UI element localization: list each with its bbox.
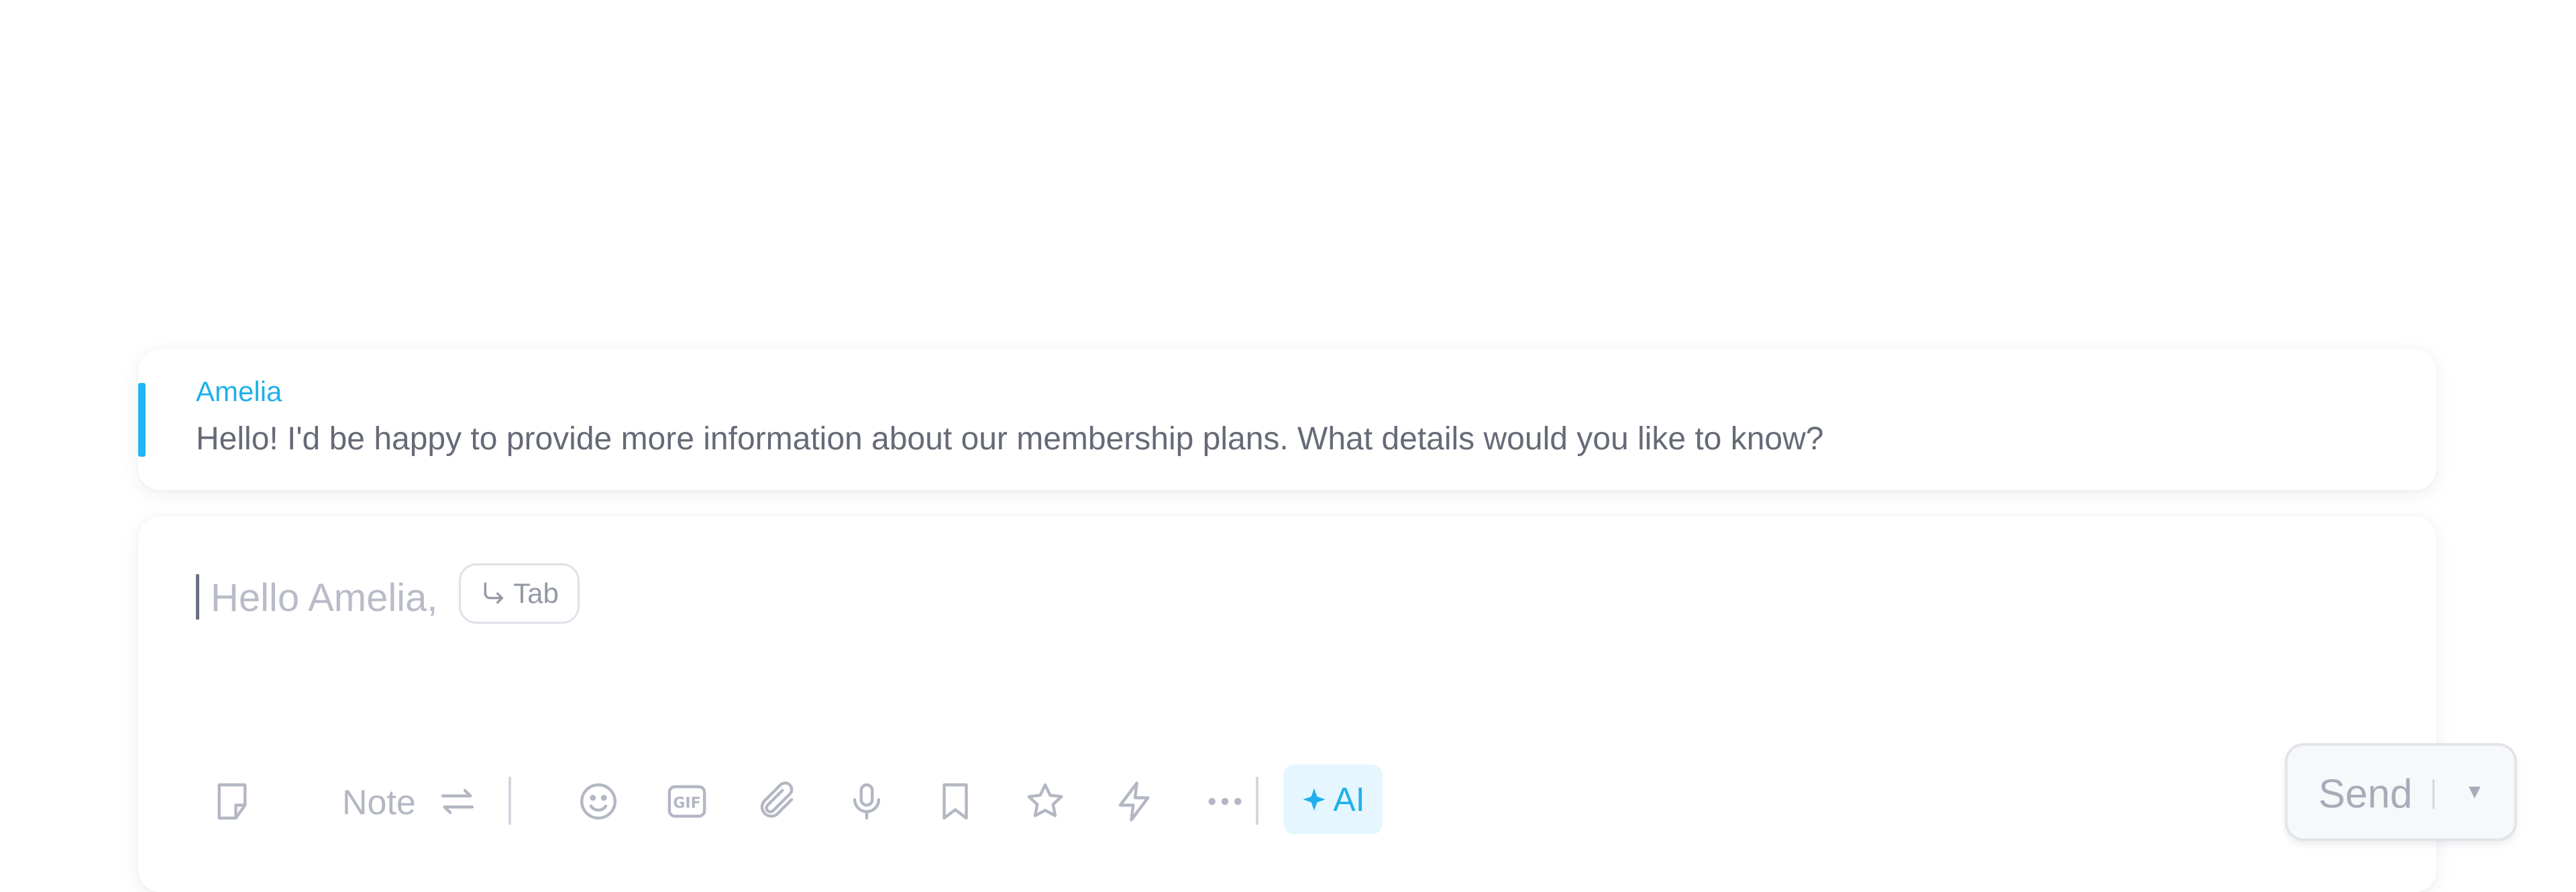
enter-arrow-icon <box>484 582 504 604</box>
switch-icon[interactable] <box>431 775 484 828</box>
send-options-chevron-icon[interactable]: ▼ <box>2465 782 2485 802</box>
svg-text:GIF: GIF <box>673 795 700 812</box>
star-icon[interactable] <box>1018 775 1072 828</box>
tab-suggestion-chip[interactable]: Tab <box>459 563 580 624</box>
ai-label: AI <box>1333 781 1365 818</box>
quote-accent-bar <box>138 383 146 457</box>
more-icon[interactable] <box>1198 775 1252 828</box>
gif-icon[interactable]: GIF <box>660 775 714 828</box>
reply-input-placeholder[interactable]: Hello Amelia, <box>211 579 437 618</box>
quote-text: Hello! I'd be happy to provide more info… <box>196 421 1824 457</box>
attachment-icon[interactable] <box>750 775 804 828</box>
quote-author: Amelia <box>196 376 282 407</box>
note-label[interactable]: Note <box>342 785 416 820</box>
quoted-message-card: Amelia Hello! I'd be happy to provide mo… <box>138 349 2436 490</box>
note-icon[interactable] <box>205 775 259 828</box>
text-caret <box>196 574 199 620</box>
bookmark-icon[interactable] <box>928 775 982 828</box>
sparkle-icon <box>1303 788 1326 811</box>
lightning-icon[interactable] <box>1108 775 1162 828</box>
toolbar-divider <box>508 777 511 825</box>
send-divider <box>2432 779 2434 809</box>
reply-composer[interactable]: Hello Amelia, Tab Note GIF AI Send ▼ <box>138 516 2517 892</box>
ai-assist-button[interactable]: AI <box>1283 765 1383 834</box>
microphone-icon[interactable] <box>840 775 894 828</box>
send-label: Send <box>2318 771 2413 816</box>
tab-hint-label: Tab <box>513 577 559 609</box>
send-button[interactable]: Send ▼ <box>2285 743 2517 841</box>
emoji-icon[interactable] <box>572 775 625 828</box>
toolbar-divider <box>1256 777 1258 825</box>
